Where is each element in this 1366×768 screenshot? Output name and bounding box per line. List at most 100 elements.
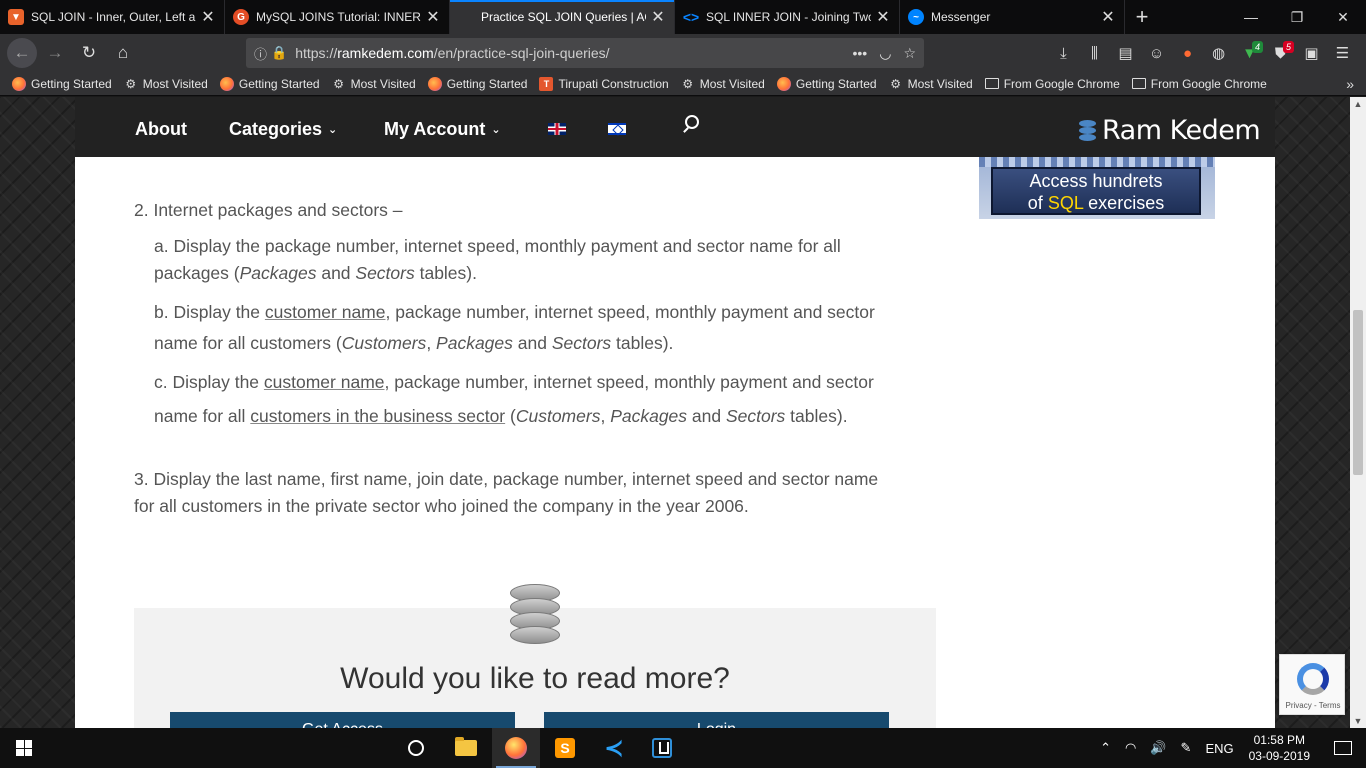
- text: ,: [600, 406, 611, 426]
- sublime-button[interactable]: S: [541, 728, 589, 768]
- close-tab-icon[interactable]: ✕: [875, 7, 891, 27]
- minimize-icon[interactable]: —: [1228, 0, 1274, 34]
- nav-my-account[interactable]: My Account ⌄: [384, 119, 501, 140]
- database-icon: [510, 584, 560, 644]
- search-icon[interactable]: [685, 115, 699, 129]
- tab-sql-inner-join[interactable]: <> SQL INNER JOIN - Joining Two ✕: [675, 0, 900, 34]
- sql-exercises-banner[interactable]: Access hundrets of SQL exercises: [979, 157, 1215, 219]
- customer-name-link[interactable]: customer name: [264, 372, 385, 392]
- tab-practice-sql[interactable]: Practice SQL JOIN Queries | ACI ✕: [450, 0, 675, 34]
- tab-messenger[interactable]: ~ Messenger ✕: [900, 0, 1125, 34]
- bookmark-getting-started[interactable]: Getting Started: [427, 76, 527, 91]
- bookmark-folder-chrome[interactable]: From Google Chrome: [984, 77, 1120, 91]
- close-window-icon[interactable]: ✕: [1320, 0, 1366, 34]
- table-name: Packages: [436, 333, 513, 353]
- bookmark-most-visited[interactable]: ⚙ Most Visited: [889, 77, 973, 91]
- back-button[interactable]: ←: [7, 38, 37, 68]
- israel-flag-icon[interactable]: [608, 123, 626, 135]
- bookmark-star-icon[interactable]: ☆: [903, 45, 916, 62]
- pen-icon[interactable]: ✎: [1181, 740, 1192, 756]
- text: and: [512, 333, 552, 353]
- page-actions-icon[interactable]: •••: [853, 45, 868, 61]
- menu-icon[interactable]: ☰: [1327, 44, 1358, 62]
- tab-sql-join[interactable]: ▼ SQL JOIN - Inner, Outer, Left an ✕: [0, 0, 225, 34]
- tray-overflow-icon[interactable]: ⌃: [1100, 740, 1111, 756]
- extension-grey-icon[interactable]: ▣: [1296, 44, 1327, 62]
- gear-icon: ⚙: [125, 76, 137, 91]
- home-button[interactable]: ⌂: [107, 37, 139, 69]
- firefox-icon: [12, 76, 26, 91]
- url-text[interactable]: https://ramkedem.com/en/practice-sql-joi…: [295, 45, 840, 61]
- close-tab-icon[interactable]: ✕: [200, 7, 216, 27]
- bookmarks-toolbar: Getting Started ⚙ Most Visited Getting St…: [0, 72, 1366, 96]
- bookmark-most-visited[interactable]: ⚙ Most Visited: [681, 77, 765, 91]
- forward-button[interactable]: →: [39, 37, 71, 69]
- tab-mysql-joins[interactable]: G MySQL JOINS Tutorial: INNER, ( ✕: [225, 0, 450, 34]
- text: tables).: [611, 333, 674, 353]
- scroll-down-icon[interactable]: ▼: [1350, 716, 1366, 726]
- extension-c-icon[interactable]: ●: [1172, 45, 1203, 62]
- bookmark-folder-chrome[interactable]: From Google Chrome: [1131, 77, 1267, 91]
- nav-categories-label: Categories: [229, 119, 323, 139]
- wifi-icon[interactable]: ◠: [1125, 740, 1136, 756]
- shield-red-icon[interactable]: ⛊ 5: [1265, 40, 1296, 62]
- lock-icon[interactable]: 🔒: [271, 45, 287, 61]
- pocket-icon[interactable]: ◡: [879, 45, 891, 62]
- page-tab-icon: [458, 9, 474, 25]
- globe-icon[interactable]: ◍: [1203, 44, 1234, 62]
- downloads-icon[interactable]: ⤓: [1048, 45, 1079, 62]
- shield-green-icon[interactable]: ▼ 4: [1234, 40, 1265, 62]
- scrollbar-thumb[interactable]: [1353, 310, 1363, 475]
- start-button[interactable]: [0, 728, 48, 768]
- recaptcha-badge[interactable]: Privacy - Terms: [1279, 654, 1345, 715]
- restore-icon[interactable]: ❐: [1274, 0, 1320, 34]
- text: name for all: [154, 406, 251, 426]
- bookmark-tirupati[interactable]: T Tirupati Construction: [539, 76, 669, 91]
- bookmark-getting-started[interactable]: Getting Started: [219, 76, 320, 91]
- navigation-toolbar: ← → ↻ ⌂ ⓘ 🔒 https://ramkedem.com/en/prac…: [0, 34, 1366, 72]
- new-tab-button[interactable]: +: [1125, 0, 1159, 34]
- language-indicator[interactable]: ENG: [1205, 741, 1233, 756]
- info-icon[interactable]: ⓘ: [254, 44, 267, 63]
- vscode-button[interactable]: ≺: [590, 728, 638, 768]
- app-button[interactable]: [638, 728, 686, 768]
- site-logo[interactable]: Ram Kedem: [1079, 115, 1261, 146]
- gear-icon: ⚙: [333, 76, 344, 91]
- question-3-line1: 3. Display the last name, first name, jo…: [134, 469, 879, 489]
- gear-icon: ⚙: [682, 76, 694, 91]
- customer-name-link[interactable]: customer name: [265, 302, 386, 322]
- login-button[interactable]: Login: [544, 712, 889, 728]
- read-more-section: Would you like to read more? Get Access …: [134, 584, 936, 728]
- library-icon[interactable]: ⫼: [1079, 45, 1110, 62]
- file-explorer-button[interactable]: [442, 728, 490, 768]
- get-access-button[interactable]: Get Access: [170, 712, 515, 728]
- vertical-scrollbar[interactable]: ▲ ▼: [1350, 97, 1366, 728]
- question-2c-line1: c. Display the customer name, package nu…: [154, 372, 874, 393]
- reload-button[interactable]: ↻: [73, 37, 105, 69]
- tab-title: SQL JOIN - Inner, Outer, Left an: [31, 10, 196, 24]
- bookmark-getting-started[interactable]: Getting Started: [776, 76, 877, 91]
- business-sector-link[interactable]: customers in the business sector: [250, 406, 505, 426]
- bookmark-most-visited[interactable]: ⚙ Most Visited: [332, 77, 416, 91]
- close-tab-icon[interactable]: ✕: [650, 7, 666, 27]
- sidebar-icon[interactable]: ▤: [1110, 44, 1141, 62]
- recaptcha-privacy-terms[interactable]: Privacy - Terms: [1280, 701, 1346, 710]
- cortana-button[interactable]: [392, 728, 440, 768]
- bookmark-getting-started[interactable]: Getting Started: [12, 76, 112, 91]
- scroll-up-icon[interactable]: ▲: [1350, 99, 1366, 109]
- banner-button[interactable]: Access hundrets of SQL exercises: [991, 167, 1201, 215]
- address-bar[interactable]: ⓘ 🔒 https://ramkedem.com/en/practice-sql…: [246, 38, 924, 68]
- nav-about[interactable]: About: [135, 119, 187, 140]
- notification-icon[interactable]: [1334, 741, 1352, 755]
- uk-flag-icon[interactable]: [548, 123, 566, 135]
- close-tab-icon[interactable]: ✕: [1100, 7, 1116, 27]
- question-2c-line2: name for all customers in the business s…: [154, 406, 848, 427]
- close-tab-icon[interactable]: ✕: [425, 7, 441, 27]
- bookmarks-overflow-icon[interactable]: »: [1346, 76, 1354, 92]
- nav-categories[interactable]: Categories ⌄: [229, 119, 337, 140]
- extension-avatar-icon[interactable]: ☺: [1141, 45, 1172, 62]
- firefox-taskbar-button[interactable]: [492, 728, 540, 768]
- clock[interactable]: 01:58 PM 03-09-2019: [1249, 732, 1310, 764]
- volume-icon[interactable]: 🔊: [1150, 740, 1166, 756]
- bookmark-most-visited[interactable]: ⚙ Most Visited: [124, 77, 208, 91]
